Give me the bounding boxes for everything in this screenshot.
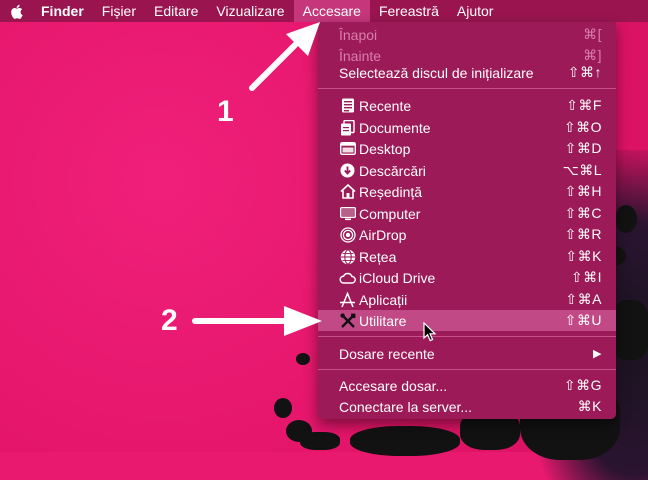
shortcut-label: ⇧⌘A [565,291,602,307]
menu-item-label: Aplicații [359,291,408,308]
menu-separator [318,88,616,89]
shortcut-label: ⌘[ [583,26,602,42]
shortcut-label: ⇧⌘↑ [567,64,602,80]
shortcut-label: ⇧⌘G [563,377,602,393]
annotation-number-2: 2 [161,304,178,337]
menu-item-label: Computer [359,205,421,222]
menu-item-airdrop[interactable]: AirDrop ⇧⌘R [318,224,616,245]
menu-item-icloud-drive[interactable]: iCloud Drive ⇧⌘I [318,267,616,288]
menu-item-label: Conectare la server... [339,398,473,415]
menu-item-label: Descărcări [359,162,426,179]
computer-icon [339,205,356,222]
menu-item-label: Accesare dosar... [339,377,448,394]
menu-item-label: Dosare recente [339,345,435,362]
menu-item-label: AirDrop [359,226,407,243]
menu-item-label: Recente [359,97,412,114]
wallpaper-ink-blot [615,205,637,233]
menu-item-label: Rețea [359,248,397,265]
menu-item-accesare-dosar[interactable]: Accesare dosar... ⇧⌘G [318,375,616,396]
menu-item-resedinta[interactable]: Reședință ⇧⌘H [318,181,616,202]
menu-item-label: Reședință [359,183,423,200]
annotation-arrow-2 [192,306,322,336]
menu-finder[interactable]: Finder [32,0,93,22]
shortcut-label: ⌘K [577,398,602,414]
shortcut-label: ⇧⌘F [566,97,602,113]
menu-fisier[interactable]: Fișier [93,0,145,22]
menu-item-aplicatii[interactable]: Aplicații ⇧⌘A [318,289,616,310]
wallpaper-ink-blot [300,432,340,450]
menu-separator [318,369,616,370]
submenu-arrow-icon: ▶ [593,348,602,360]
menu-item-label: Desktop [359,140,411,157]
shortcut-label: ⇧⌘H [564,183,602,199]
menu-item-desktop[interactable]: Desktop ⇧⌘D [318,138,616,159]
menu-item-descarcari[interactable]: Descărcări ⌥⌘L [318,160,616,181]
menu-item-recente[interactable]: Recente ⇧⌘F [318,95,616,116]
utilities-icon [339,312,356,329]
menu-item-label: iCloud Drive [359,269,436,286]
home-icon [339,183,356,200]
menu-item-dosare-recente[interactable]: Dosare recente ▶ [318,343,616,364]
applications-icon [339,291,356,308]
network-icon [339,248,356,265]
icloud-icon [339,269,356,286]
menu-item-selecteaza-disc[interactable]: Selectează discul de inițializare ⇧⌘↑ [318,62,616,83]
recents-icon [339,97,356,114]
menu-item-inapoi[interactable]: Înapoi ⌘[ [318,24,616,45]
menu-ajutor[interactable]: Ajutor [448,0,503,22]
downloads-icon [339,162,356,179]
menu-editare[interactable]: Editare [145,0,207,22]
mouse-cursor-icon [423,322,437,342]
wallpaper-ink-blot [296,353,310,365]
menu-item-retea[interactable]: Rețea ⇧⌘K [318,246,616,267]
documents-icon [339,119,356,136]
desktop-icon [339,140,356,157]
menu-item-computer[interactable]: Computer ⇧⌘C [318,203,616,224]
shortcut-label: ⇧⌘R [564,226,602,242]
apple-logo-icon [10,4,23,19]
menu-item-documente[interactable]: Documente ⇧⌘O [318,117,616,138]
shortcut-label: ⌥⌘L [562,162,602,178]
apple-menu[interactable] [0,0,32,22]
menu-item-label: Utilitare [359,312,407,329]
menu-item-label: Documente [359,119,431,136]
menu-item-utilitare[interactable]: Utilitare ⇧⌘U [318,310,616,331]
airdrop-icon [339,226,356,243]
shortcut-label: ⇧⌘O [563,119,602,135]
shortcut-label: ⇧⌘I [570,269,602,285]
menu-fereastra[interactable]: Fereastră [370,0,448,22]
menu-separator [318,336,616,337]
annotation-number-1: 1 [217,95,234,128]
accesare-dropdown-menu: Înapoi ⌘[ Înainte ⌘] Selectează discul d… [318,22,616,419]
menu-item-label: Înapoi [339,26,378,43]
shortcut-label: ⇧⌘D [564,140,602,156]
annotation-arrow-1 [249,22,320,91]
shortcut-label: ⇧⌘K [565,248,602,264]
shortcut-label: ⇧⌘U [564,312,602,328]
wallpaper-ink-blot [274,398,292,418]
shortcut-label: ⇧⌘C [564,205,602,221]
menu-item-label: Selectează discul de inițializare [339,64,534,81]
menu-item-conectare-server[interactable]: Conectare la server... ⌘K [318,396,616,417]
